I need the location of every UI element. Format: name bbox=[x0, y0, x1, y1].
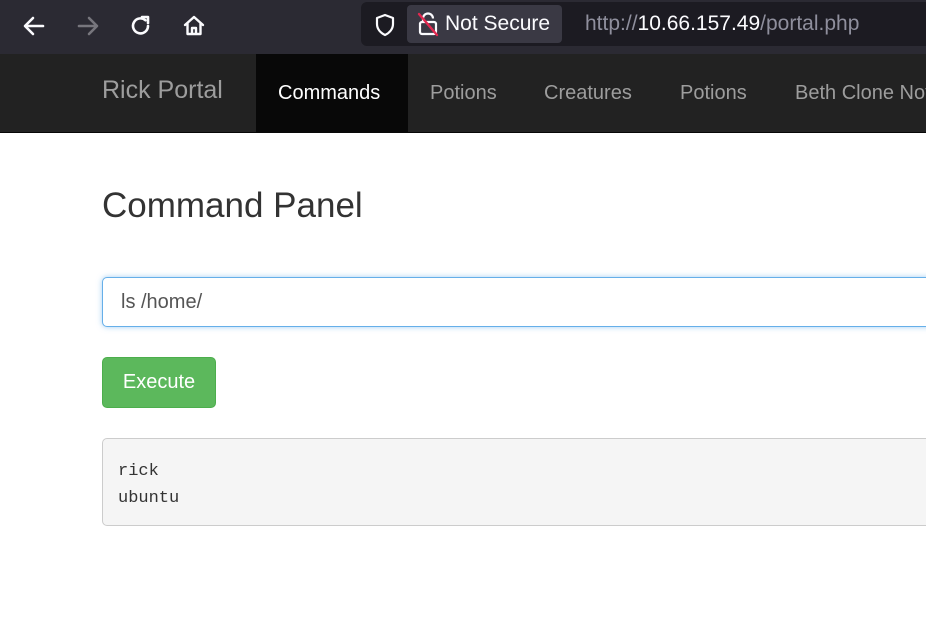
page-title: Command Panel bbox=[102, 186, 363, 225]
home-button[interactable] bbox=[177, 9, 211, 43]
url-text[interactable]: http://10.66.157.49/portal.php bbox=[585, 12, 859, 36]
reload-icon bbox=[131, 15, 150, 35]
not-secure-label: Not Secure bbox=[445, 12, 551, 35]
url-bar[interactable]: Not Secure http://10.66.157.49/portal.ph… bbox=[361, 2, 926, 46]
back-arrow-icon bbox=[23, 16, 45, 36]
nav-item-commands[interactable]: Commands bbox=[256, 54, 408, 132]
url-path: /portal.php bbox=[760, 12, 860, 35]
site-navbar: Rick Portal Commands Potions Creatures P… bbox=[0, 54, 926, 133]
nav-item-potions-2[interactable]: Potions bbox=[658, 54, 769, 132]
execute-button[interactable]: Execute bbox=[102, 357, 216, 408]
output-line: ubuntu bbox=[118, 489, 180, 508]
url-host: 10.66.157.49 bbox=[637, 12, 761, 35]
nav-item-creatures[interactable]: Creatures bbox=[522, 54, 654, 132]
command-input[interactable] bbox=[102, 277, 926, 327]
nav-item-potions[interactable]: Potions bbox=[408, 54, 519, 132]
back-button[interactable] bbox=[17, 9, 51, 43]
home-icon bbox=[183, 15, 205, 36]
forward-arrow-icon bbox=[77, 16, 99, 36]
lock-broken-icon bbox=[417, 12, 439, 37]
not-secure-indicator[interactable]: Not Secure bbox=[407, 5, 563, 43]
url-scheme: http:// bbox=[585, 12, 638, 35]
reload-button[interactable] bbox=[124, 9, 158, 43]
brand-link[interactable]: Rick Portal bbox=[102, 76, 223, 105]
output-line: rick bbox=[118, 462, 159, 481]
browser-toolbar: Not Secure http://10.66.157.49/portal.ph… bbox=[0, 0, 926, 54]
command-output: rick ubuntu bbox=[102, 438, 926, 526]
nav-item-beth-clone-notes[interactable]: Beth Clone Notes bbox=[773, 54, 926, 132]
forward-button[interactable] bbox=[71, 9, 105, 43]
shield-icon[interactable] bbox=[372, 12, 398, 38]
